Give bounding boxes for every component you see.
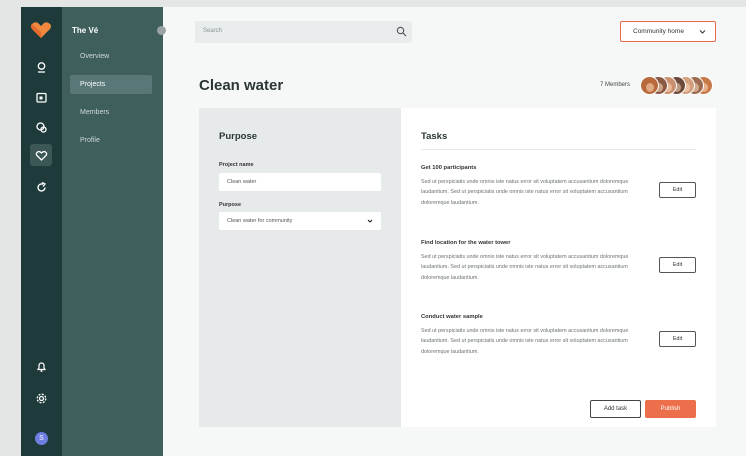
tasks-panel: Tasks Get 100 participants Sed ut perspi…	[401, 108, 716, 427]
chevron-down-icon	[699, 30, 706, 34]
task-title: Find location for the water tower	[421, 240, 511, 246]
refresh-icon[interactable]	[32, 178, 50, 196]
task-description: Sed ut perspiciatis unde omnis iste natu…	[421, 328, 629, 355]
publish-button[interactable]: Publish	[645, 400, 696, 418]
search-input[interactable]: Search	[195, 21, 412, 43]
task-description: Sed ut perspiciatis unde omnis iste natu…	[421, 254, 629, 281]
avatar-face	[645, 82, 654, 92]
project-name-label: Project name	[219, 162, 254, 168]
community-select-label: Community home	[633, 28, 684, 35]
bell-icon[interactable]	[32, 357, 50, 375]
sidebar-item-members[interactable]: Members	[70, 103, 152, 122]
add-task-button[interactable]: Add task	[590, 400, 641, 418]
edit-task-button[interactable]: Edit	[659, 182, 696, 198]
collapse-sidebar-button[interactable]	[157, 26, 166, 35]
task-title: Conduct water sample	[421, 314, 483, 320]
icon-rail: S	[21, 7, 62, 456]
tasks-heading: Tasks	[421, 131, 448, 142]
sidebar-nav: The Vé Overview Projects Members Profile	[62, 7, 166, 456]
brand-name: The Vé	[72, 26, 99, 35]
purpose-select-value: Clean water for community	[227, 218, 293, 224]
sidebar-item-overview[interactable]: Overview	[70, 47, 152, 66]
sidebar-item-projects[interactable]: Projects	[70, 75, 152, 94]
member-avatars[interactable]	[640, 76, 720, 96]
task-item: Find location for the water tower Sed ut…	[421, 240, 701, 283]
members-count[interactable]: 7 Members	[600, 82, 630, 88]
calendar-icon[interactable]	[32, 88, 50, 106]
search-icon[interactable]	[396, 26, 407, 37]
purpose-panel: Purpose Project name Clean water Purpose…	[199, 108, 401, 427]
sidebar-item-profile[interactable]: Profile	[70, 131, 152, 150]
chevron-down-icon	[367, 219, 373, 223]
project-name-field[interactable]: Clean water	[219, 173, 381, 191]
edit-task-button[interactable]: Edit	[659, 257, 696, 273]
heart-icon[interactable]	[30, 144, 52, 166]
member-avatar[interactable]	[640, 76, 659, 95]
settings-icon[interactable]	[32, 389, 50, 407]
purpose-label: Purpose	[219, 202, 242, 208]
task-item: Conduct water sample Sed ut perspiciatis…	[421, 314, 701, 357]
user-avatar[interactable]: S	[35, 432, 48, 445]
purpose-heading: Purpose	[219, 131, 258, 142]
chat-icon[interactable]	[32, 118, 50, 136]
task-item: Get 100 participants Sed ut perspiciatis…	[421, 165, 701, 208]
heart-logo-icon[interactable]	[30, 21, 52, 39]
edit-task-button[interactable]: Edit	[659, 331, 696, 347]
divider	[421, 149, 696, 150]
task-description: Sed ut perspiciatis unde omnis iste natu…	[421, 179, 629, 206]
task-title: Get 100 participants	[421, 165, 477, 171]
community-select[interactable]: Community home	[620, 21, 716, 42]
purpose-select[interactable]: Clean water for community	[219, 212, 381, 230]
search-placeholder: Search	[203, 28, 223, 34]
page-title: Clean water	[199, 77, 284, 94]
app-window: S The Vé Overview Projects Members Profi…	[21, 7, 746, 456]
location-icon[interactable]	[32, 58, 50, 76]
